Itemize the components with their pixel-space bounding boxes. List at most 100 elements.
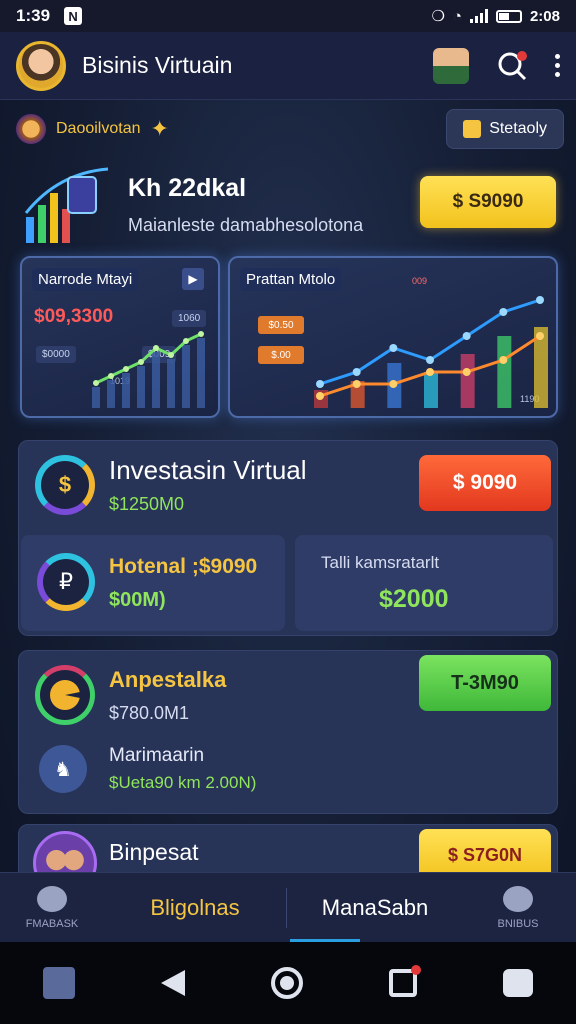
hotel-value: $00M): [109, 589, 166, 611]
chart-bar: [424, 372, 438, 408]
home-button-icon[interactable]: [271, 967, 303, 999]
chart-point: [352, 380, 361, 388]
nav-right-label: BNIBUS: [497, 917, 539, 930]
home-icon: [37, 885, 67, 912]
status-time-right: 2:08: [529, 7, 560, 25]
nav-left-label: FMABASK: [25, 917, 79, 930]
search-icon[interactable]: [495, 49, 529, 83]
dollar-coin-icon: $: [35, 455, 95, 515]
shopping-bag-icon[interactable]: [503, 969, 533, 997]
asset-title: Anpestalka: [109, 666, 227, 692]
statistics-label: Stetaoly: [489, 120, 547, 137]
coin-icon: [16, 114, 46, 144]
promo-button[interactable]: $ S9090: [420, 176, 556, 228]
chart-bar: [167, 359, 175, 408]
recent-apps-icon[interactable]: [389, 965, 421, 997]
back-icon[interactable]: [161, 970, 185, 996]
chart-point: [108, 373, 114, 379]
statistics-button[interactable]: Stetaoly: [446, 109, 564, 149]
virtual-investment-card[interactable]: $ Investasin Virtual $1250M0 $ 9090 ₽ Ho…: [18, 440, 558, 636]
nav-item-middle[interactable]: ManaSabn: [287, 873, 463, 942]
line-chart: [314, 296, 548, 408]
map-pin-icon: ♞: [39, 745, 87, 793]
pie-chart-icon: ₽: [37, 553, 95, 611]
chart-point: [536, 332, 544, 340]
chart-point: [93, 380, 99, 386]
total-title: Talli kamsratarlt: [321, 553, 440, 572]
chart-point: [153, 345, 159, 351]
chart-point: [316, 392, 324, 400]
promo-banner: Kh 22dkal Maianleste damabhesolotona $ S…: [18, 160, 558, 250]
hotel-title: Hotenal ;$9090: [109, 555, 258, 578]
chart-point: [462, 368, 471, 376]
market-chart-card[interactable]: Narrode Mtayi ▶ $09,3300 1060 $0000 $009…: [20, 256, 220, 418]
notification-dot: [517, 50, 527, 61]
battery-icon: [495, 9, 522, 23]
promo-title: Kh 22dkal: [128, 174, 247, 202]
chart-bar: [497, 336, 512, 408]
chart-point: [183, 338, 189, 344]
user-level-chip[interactable]: Daooilvotan ✦: [16, 114, 169, 144]
star-icon: ✦: [150, 116, 169, 141]
chart-bar: [197, 338, 205, 408]
signal-icon: [469, 9, 488, 23]
chart-bar: [122, 373, 130, 408]
chart-point: [168, 352, 174, 358]
wifi-icon: ◔: [452, 7, 462, 25]
pacman-icon: [35, 665, 95, 725]
hotel-subcard[interactable]: ₽ Hotenal ;$9090 $00M): [21, 535, 285, 631]
chart-point: [316, 380, 324, 388]
settings-icon: [503, 885, 533, 912]
asset-detail-value: $Ueta90 km 2.00N): [109, 773, 257, 792]
investment-button[interactable]: $ 9090: [419, 455, 551, 511]
trend-chart-card[interactable]: Prattan Mtolo $0.50 $.00 009 1190: [228, 256, 558, 418]
chart-point: [389, 344, 398, 352]
investment-amount: $1250M0: [109, 494, 185, 514]
asset-amount: $780.0M1: [109, 702, 190, 723]
chart-point: [499, 356, 508, 364]
bottom-nav: FMABASK Bligolnas ManaSabn BNIBUS: [0, 872, 576, 942]
chart-bar: [107, 380, 115, 408]
chart-bar: [460, 354, 475, 408]
bar-chart-icon: [18, 163, 114, 247]
network-badge: N: [64, 7, 83, 25]
status-bar: 1:39 N ❍ ◔ 2:08: [0, 0, 576, 32]
asset-card[interactable]: Anpestalka $780.0M1 T-3M90 ♞ Marimaarin …: [18, 650, 558, 814]
user-level-label: Daooilvotan: [56, 120, 141, 137]
total-value: $2000: [379, 585, 449, 613]
promo-subtitle: Maianleste damabhesolotona: [128, 215, 364, 235]
system-nav-bar: [0, 942, 576, 1024]
app-header: Bisinis Virtuain: [0, 32, 576, 100]
chart-point: [426, 356, 434, 364]
nav-item-left[interactable]: FMABASK: [0, 873, 104, 942]
nav-active-label: Bligolnas: [150, 894, 240, 920]
chart-point: [198, 331, 204, 337]
chart-bar: [92, 387, 100, 408]
app-title: Bisinis Virtuain: [82, 52, 233, 78]
thumbs-up-icon: [463, 120, 482, 138]
nav-item-right[interactable]: BNIBUS: [463, 873, 573, 942]
status-time: 1:39: [16, 6, 51, 25]
nav-middle-label: ManaSabn: [321, 894, 429, 920]
vibrate-icon: ❍: [431, 8, 445, 25]
asset-button[interactable]: T-3M90: [419, 655, 551, 711]
bar-chart: [92, 331, 205, 408]
notes-app-icon[interactable]: [43, 967, 75, 999]
chart-bar: [182, 345, 190, 408]
nav-item-active[interactable]: Bligolnas: [104, 873, 286, 942]
chip-row: Daooilvotan ✦ Stetaoly: [16, 108, 564, 150]
chart-point: [462, 332, 471, 340]
chart-point: [389, 380, 398, 388]
chart-point: [536, 296, 544, 304]
chart-bar: [152, 352, 160, 408]
user-icon[interactable]: [433, 47, 469, 84]
chart-point: [426, 368, 434, 376]
asset-detail-title: Marimaarin: [109, 745, 205, 766]
chart-point: [352, 368, 361, 376]
business-title: Binpesat: [109, 839, 199, 865]
investment-title: Investasin Virtual: [109, 455, 307, 485]
profile-avatar[interactable]: [16, 40, 66, 91]
more-menu-icon[interactable]: [555, 54, 560, 77]
total-subcard[interactable]: Talli kamsratarlt $2000: [295, 535, 553, 631]
chart-point: [123, 366, 129, 372]
